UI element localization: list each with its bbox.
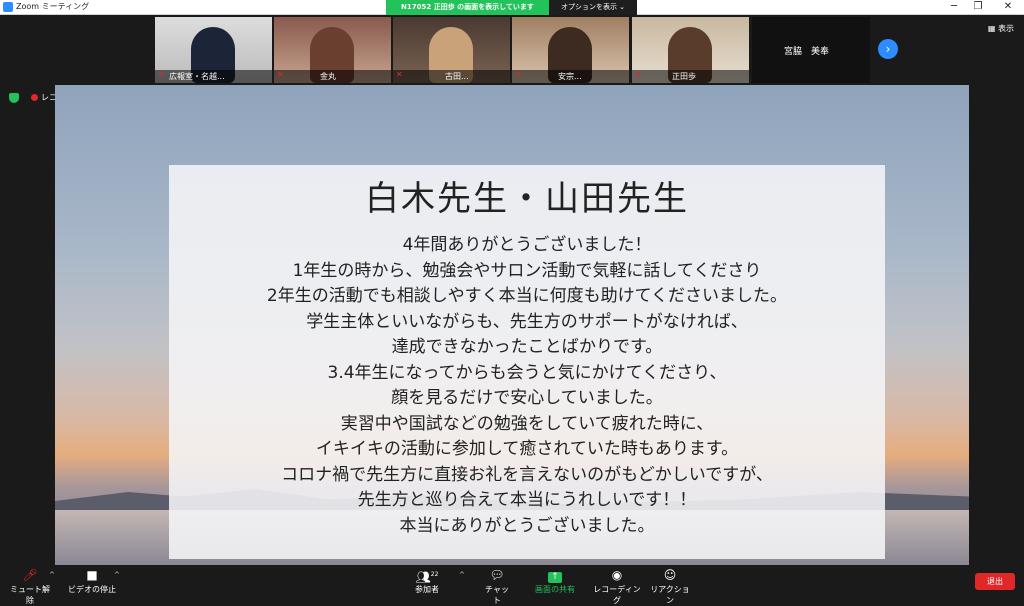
leave-button[interactable]: 退出 bbox=[975, 573, 1015, 590]
participant-tile-active[interactable]: ✕ 正田歩 bbox=[632, 17, 749, 83]
stop-video-button[interactable]: ■ ビデオの停止 bbox=[68, 568, 116, 595]
mic-muted-icon: ✕ bbox=[396, 70, 403, 79]
participant-tile[interactable]: ✕ 金丸 bbox=[274, 17, 391, 83]
participants-count: 22 bbox=[430, 571, 439, 578]
video-strip: ✕ 広報室・名越... ✕ 金丸 ✕ 古田... ✕ 安宗... ✕ 正田歩 宮… bbox=[0, 15, 1024, 84]
share-screen-button[interactable]: ↑ 画面の共有 bbox=[532, 568, 578, 595]
maximize-button[interactable]: ❐ bbox=[964, 0, 992, 14]
participants-options-caret[interactable]: ^ bbox=[459, 571, 465, 579]
mic-muted-icon: ✕ bbox=[277, 70, 284, 79]
participant-tile[interactable]: ✕ 古田... bbox=[393, 17, 510, 83]
message-line: 本当にありがとうございました。 bbox=[399, 515, 655, 536]
view-options-button[interactable]: オプションを表示 ⌄ bbox=[549, 0, 637, 15]
reactions-button[interactable]: ☺ リアクション bbox=[650, 568, 690, 606]
share-screen-label: 画面の共有 bbox=[535, 585, 575, 594]
participants-button[interactable]: 👥︎22 参加者 bbox=[410, 568, 444, 595]
shared-screen: 白木先生・山田先生 4年間ありがとうございました！ 1年生の時から、勉強会やサロ… bbox=[55, 85, 969, 565]
message-line: 先生方と巡り合えて本当にうれしいです！！ bbox=[357, 490, 697, 510]
mic-muted-icon: ✕ bbox=[635, 70, 642, 79]
slide-title: 白木先生・山田先生 bbox=[365, 179, 689, 219]
message-line: 顔を見るだけで安心していました。 bbox=[391, 388, 663, 408]
message-line: 1年生の時から、勉強会やサロン活動で気軽に話してくださり bbox=[292, 260, 762, 281]
participant-name: 古田... bbox=[445, 72, 469, 81]
stop-video-label: ビデオの停止 bbox=[68, 585, 116, 594]
emoji-icon: ☺ bbox=[663, 568, 677, 582]
participants-icon: 👥︎22 bbox=[415, 570, 439, 584]
participant-name: 正田歩 bbox=[672, 72, 696, 81]
participant-nameplate: ✕ 金丸 bbox=[274, 70, 391, 83]
meeting-controls: 🎤︎ ミュート解除 ^ ■ ビデオの停止 ^ 👥︎22 参加者 ^ 💬︎ チャッ… bbox=[0, 565, 1024, 605]
video-options-caret[interactable]: ^ bbox=[114, 571, 120, 579]
message-line: 達成できなかったことばかりです。 bbox=[391, 337, 663, 357]
video-camera-icon: ■ bbox=[86, 568, 98, 582]
message-line: イキイキの活動に参加して癒されていた時もあります。 bbox=[315, 439, 739, 459]
chat-label: チャット bbox=[485, 585, 509, 605]
participant-name: 広報室・名越... bbox=[169, 72, 225, 81]
chat-button[interactable]: 💬︎ チャット bbox=[482, 568, 512, 606]
participants-label: 参加者 bbox=[415, 585, 439, 594]
message-line: 実習中や国試などの勉強をしていて疲れた時に、 bbox=[340, 413, 714, 434]
view-label: 表示 bbox=[998, 24, 1014, 33]
participant-nameplate: ✕ 古田... bbox=[393, 70, 510, 83]
window-title: Zoom ミーティング bbox=[16, 2, 90, 11]
participant-nameplate: ✕ 安宗... bbox=[512, 70, 629, 83]
participant-name: 金丸 bbox=[320, 72, 336, 81]
participant-name: 宮脇 美奉 bbox=[784, 47, 830, 57]
share-screen-icon: ↑ bbox=[532, 568, 578, 583]
close-button[interactable]: ✕ bbox=[994, 0, 1022, 14]
reactions-label: リアクション bbox=[650, 585, 690, 605]
record-label: レコーディング bbox=[593, 585, 641, 605]
chat-icon: 💬︎ bbox=[489, 568, 505, 582]
participant-name: 安宗... bbox=[558, 72, 582, 81]
message-line: コロナ禍で先生方に直接お礼を言えないのがもどかしいですが、 bbox=[281, 464, 773, 485]
message-line: 2年生の活動でも相談しやすく本当に何度も助けてくださいました。 bbox=[266, 286, 788, 306]
shield-icon[interactable] bbox=[9, 93, 19, 103]
message-line: 学生主体といいながらも、先生方のサポートがなければ、 bbox=[306, 311, 748, 332]
unmute-button[interactable]: 🎤︎ ミュート解除 bbox=[8, 568, 52, 606]
view-button[interactable]: ▦ 表示 bbox=[988, 23, 1014, 34]
participant-name-tile[interactable]: 宮脇 美奉 bbox=[752, 17, 870, 83]
message-card: 白木先生・山田先生 4年間ありがとうございました！ 1年生の時から、勉強会やサロ… bbox=[169, 165, 885, 559]
unmute-label: ミュート解除 bbox=[10, 585, 50, 605]
next-page-button[interactable]: › bbox=[878, 39, 898, 59]
screen-share-banner: N17052 正田歩 の画面を表示しています bbox=[386, 0, 549, 15]
message-lines: 4年間ありがとうございました！ 1年生の時から、勉強会やサロン活動で気軽に話して… bbox=[169, 233, 885, 539]
participant-nameplate: ✕ 正田歩 bbox=[632, 70, 749, 83]
mic-muted-icon: ✕ bbox=[158, 70, 165, 79]
message-line: 4年間ありがとうございました！ bbox=[402, 235, 652, 255]
participant-nameplate: ✕ 広報室・名越... bbox=[155, 70, 272, 83]
mic-muted-icon: 🎤︎ bbox=[22, 568, 38, 582]
participant-tile[interactable]: ✕ 広報室・名越... bbox=[155, 17, 272, 83]
zoom-app-icon bbox=[3, 2, 13, 12]
record-icon: ◉ bbox=[611, 568, 623, 582]
record-icon bbox=[31, 94, 38, 101]
record-button[interactable]: ◉ レコーディング bbox=[592, 568, 642, 606]
participant-tile[interactable]: ✕ 安宗... bbox=[512, 17, 629, 83]
message-line: 3.4年生になってからも会うと気にかけてくださり、 bbox=[327, 362, 727, 383]
mic-muted-icon: ✕ bbox=[515, 70, 522, 79]
audio-options-caret[interactable]: ^ bbox=[49, 571, 55, 579]
